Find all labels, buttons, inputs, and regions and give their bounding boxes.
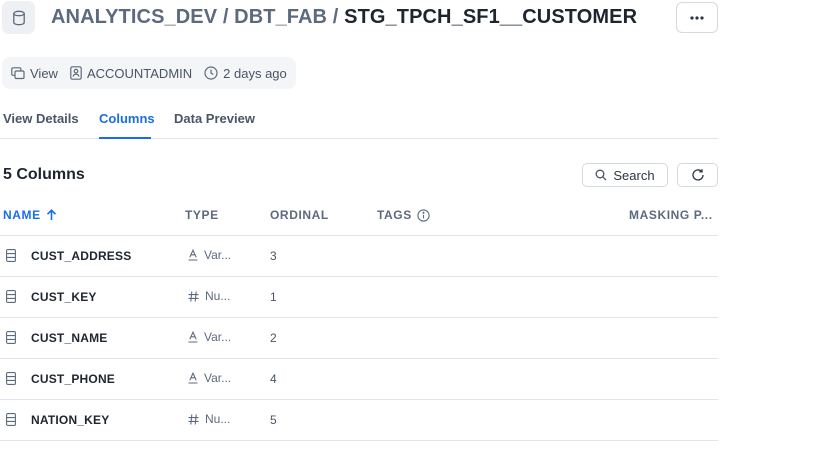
column-header-tags-label: TAGS bbox=[377, 208, 412, 222]
refresh-button[interactable] bbox=[677, 163, 718, 187]
database-object-icon bbox=[2, 1, 35, 34]
more-options-button[interactable] bbox=[676, 2, 718, 33]
tab-columns[interactable]: Columns bbox=[99, 111, 155, 126]
refresh-icon bbox=[691, 169, 704, 181]
column-ordinal: 1 bbox=[270, 290, 277, 304]
object-name: STG_TPCH_SF1__CUSTOMER bbox=[344, 6, 638, 28]
column-header-name[interactable]: NAME bbox=[3, 208, 57, 222]
tab-data-preview[interactable]: Data Preview bbox=[174, 111, 255, 126]
column-header-ordinal-label: ORDINAL bbox=[270, 208, 329, 222]
column-type-label: Var... bbox=[204, 330, 232, 344]
column-icon bbox=[6, 372, 16, 385]
search-button[interactable]: Search bbox=[582, 163, 668, 187]
text-type-icon bbox=[188, 372, 198, 384]
meta-type-label: View bbox=[30, 65, 58, 81]
column-header-type[interactable]: TYPE bbox=[185, 208, 219, 222]
column-ordinal: 2 bbox=[270, 331, 277, 345]
search-button-label: Search bbox=[613, 167, 655, 183]
text-type-icon bbox=[188, 331, 198, 343]
meta-owner: ACCOUNTADMIN bbox=[70, 66, 192, 81]
column-ordinal: 4 bbox=[270, 372, 277, 386]
meta-owner-label: ACCOUNTADMIN bbox=[86, 65, 193, 81]
column-type: Var... bbox=[188, 371, 231, 385]
sort-ascending-icon bbox=[46, 209, 56, 220]
column-header-masking-label: MASKING P... bbox=[629, 208, 713, 222]
column-icon bbox=[6, 413, 16, 426]
column-icon bbox=[6, 331, 16, 344]
column-type-label: Var... bbox=[204, 371, 232, 385]
column-ordinal: 5 bbox=[270, 413, 277, 427]
meta-type: View bbox=[11, 66, 58, 81]
column-type: Var... bbox=[188, 330, 231, 344]
number-type-icon bbox=[188, 290, 199, 302]
table-row[interactable]: CUST_NAME Var... 2 bbox=[0, 318, 718, 359]
table-row[interactable]: CUST_KEY Nu... 1 bbox=[0, 277, 718, 318]
info-icon[interactable] bbox=[417, 208, 430, 222]
column-icon bbox=[6, 249, 16, 262]
column-name: CUST_ADDRESS bbox=[31, 249, 132, 263]
column-header-tags[interactable]: TAGS bbox=[377, 208, 430, 222]
table-row[interactable]: NATION_KEY Nu... 5 bbox=[0, 400, 718, 441]
page-title: ANALYTICS_DEV / DBT_FAB / STG_TPCH_SF1__… bbox=[51, 6, 637, 29]
column-type-label: Var... bbox=[204, 248, 232, 262]
clock-icon bbox=[204, 66, 218, 80]
column-type: Var... bbox=[188, 248, 231, 262]
owner-role-icon bbox=[70, 66, 82, 80]
table-header: NAME TYPE ORDINAL TAGS MASKING P... bbox=[0, 196, 718, 236]
breadcrumb-database[interactable]: ANALYTICS_DEV bbox=[51, 6, 217, 28]
column-name: NATION_KEY bbox=[31, 413, 110, 427]
column-type: Nu... bbox=[188, 412, 230, 426]
column-ordinal: 3 bbox=[270, 249, 277, 263]
meta-modified-label: 2 days ago bbox=[223, 65, 287, 81]
column-name: CUST_KEY bbox=[31, 290, 97, 304]
table-row[interactable]: CUST_ADDRESS Var... 3 bbox=[0, 236, 718, 277]
column-name: CUST_PHONE bbox=[31, 372, 116, 386]
column-header-name-label: NAME bbox=[3, 208, 41, 222]
column-header-ordinal[interactable]: ORDINAL bbox=[270, 208, 329, 222]
more-dots-icon bbox=[690, 15, 704, 20]
column-header-type-label: TYPE bbox=[185, 208, 219, 222]
meta-modified: 2 days ago bbox=[204, 66, 287, 81]
column-header-masking[interactable]: MASKING P... bbox=[629, 208, 713, 222]
view-icon bbox=[11, 66, 25, 79]
tab-view-details[interactable]: View Details bbox=[3, 111, 79, 126]
number-type-icon bbox=[188, 413, 199, 425]
column-type-label: Nu... bbox=[205, 289, 231, 303]
object-meta-bar: View ACCOUNTADMIN 2 days ago bbox=[2, 57, 296, 89]
column-type: Nu... bbox=[188, 289, 230, 303]
active-tab-indicator bbox=[99, 137, 151, 139]
search-icon bbox=[595, 169, 607, 181]
column-icon bbox=[6, 290, 16, 303]
table-row[interactable]: CUST_PHONE Var... 4 bbox=[0, 359, 718, 400]
column-count-heading: 5 Columns bbox=[3, 166, 85, 183]
column-name: CUST_NAME bbox=[31, 331, 108, 345]
column-type-label: Nu... bbox=[205, 412, 231, 426]
tab-bar: View Details Columns Data Preview bbox=[0, 106, 718, 139]
text-type-icon bbox=[188, 249, 198, 261]
breadcrumb-separator: / bbox=[332, 6, 339, 28]
breadcrumb-separator: / bbox=[222, 6, 229, 28]
breadcrumb-schema[interactable]: DBT_FAB bbox=[234, 6, 327, 28]
